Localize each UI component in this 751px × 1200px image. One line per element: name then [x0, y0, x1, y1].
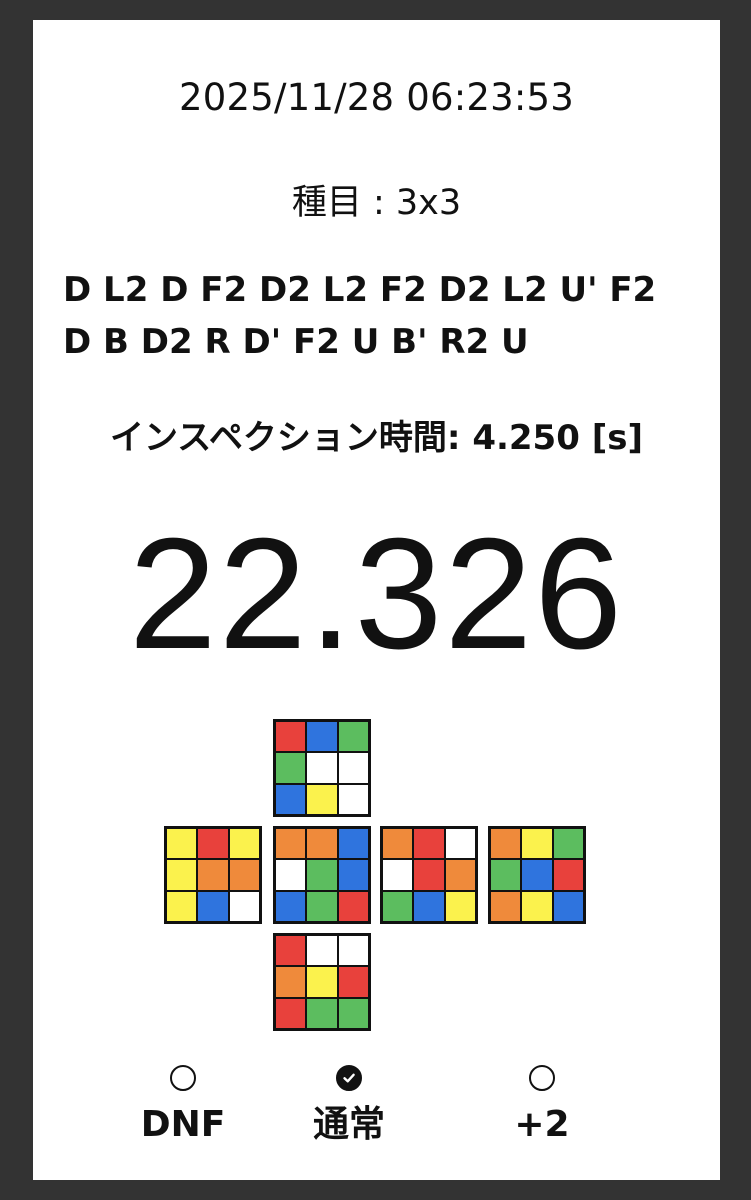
sticker-l-9	[228, 890, 260, 922]
dnf-label[interactable]: DNF	[108, 1105, 258, 1145]
cube-face-front	[273, 826, 371, 924]
cube-face-right	[380, 826, 478, 924]
cube-net	[33, 20, 720, 1180]
sticker-b-3	[552, 828, 584, 860]
sticker-r-3	[444, 828, 476, 860]
sticker-f-2	[306, 828, 338, 860]
sticker-f-5	[306, 859, 338, 891]
sticker-r-5	[413, 859, 445, 891]
sticker-d-8	[306, 997, 338, 1029]
sticker-r-2	[413, 828, 445, 860]
penalty-option-normal[interactable]: 通常	[274, 1065, 424, 1145]
sticker-r-1	[382, 828, 414, 860]
sticker-l-2	[197, 828, 229, 860]
sticker-f-8	[306, 890, 338, 922]
sticker-l-3	[228, 828, 260, 860]
sticker-u-1	[275, 721, 307, 753]
sticker-d-6	[337, 966, 369, 998]
sticker-u-3	[337, 721, 369, 753]
sticker-b-4	[490, 859, 522, 891]
sticker-b-2	[521, 828, 553, 860]
sticker-f-7	[275, 890, 307, 922]
sticker-f-4	[275, 859, 307, 891]
sticker-l-5	[197, 859, 229, 891]
sticker-d-9	[337, 997, 369, 1029]
sticker-l-4	[166, 859, 198, 891]
sticker-b-5	[521, 859, 553, 891]
sticker-u-2	[306, 721, 338, 753]
sticker-d-1	[275, 935, 307, 967]
sticker-b-9	[552, 890, 584, 922]
sticker-b-6	[552, 859, 584, 891]
dnf-radio[interactable]	[170, 1065, 196, 1091]
sticker-d-4	[275, 966, 307, 998]
sticker-d-7	[275, 997, 307, 1029]
sticker-d-2	[306, 935, 338, 967]
sticker-u-8	[306, 783, 338, 815]
sticker-r-6	[444, 859, 476, 891]
sticker-r-9	[444, 890, 476, 922]
normal-radio[interactable]	[336, 1065, 362, 1091]
plus2-label[interactable]: +2	[467, 1105, 617, 1145]
sticker-l-7	[166, 890, 198, 922]
penalty-option-dnf[interactable]: DNF	[108, 1065, 258, 1145]
sticker-b-1	[490, 828, 522, 860]
normal-label[interactable]: 通常	[274, 1105, 424, 1145]
sticker-r-4	[382, 859, 414, 891]
sticker-r-8	[413, 890, 445, 922]
sticker-l-6	[228, 859, 260, 891]
sticker-b-7	[490, 890, 522, 922]
sticker-d-5	[306, 966, 338, 998]
cube-face-back	[488, 826, 586, 924]
sticker-f-6	[337, 859, 369, 891]
sticker-u-6	[337, 752, 369, 784]
sticker-u-9	[337, 783, 369, 815]
cube-face-down	[273, 933, 371, 1031]
sticker-r-7	[382, 890, 414, 922]
solve-record-card: 2025/11/28 06:23:53 種目 : 3x3 D L2 D F2 D…	[33, 20, 720, 1180]
cube-face-left	[164, 826, 262, 924]
sticker-u-7	[275, 783, 307, 815]
plus2-radio[interactable]	[529, 1065, 555, 1091]
sticker-u-4	[275, 752, 307, 784]
sticker-f-3	[337, 828, 369, 860]
sticker-l-8	[197, 890, 229, 922]
checkmark-icon	[343, 1073, 355, 1083]
sticker-u-5	[306, 752, 338, 784]
penalty-option-plus2[interactable]: +2	[467, 1065, 617, 1145]
sticker-f-1	[275, 828, 307, 860]
sticker-b-8	[521, 890, 553, 922]
sticker-l-1	[166, 828, 198, 860]
sticker-d-3	[337, 935, 369, 967]
cube-face-up	[273, 719, 371, 817]
sticker-f-9	[337, 890, 369, 922]
